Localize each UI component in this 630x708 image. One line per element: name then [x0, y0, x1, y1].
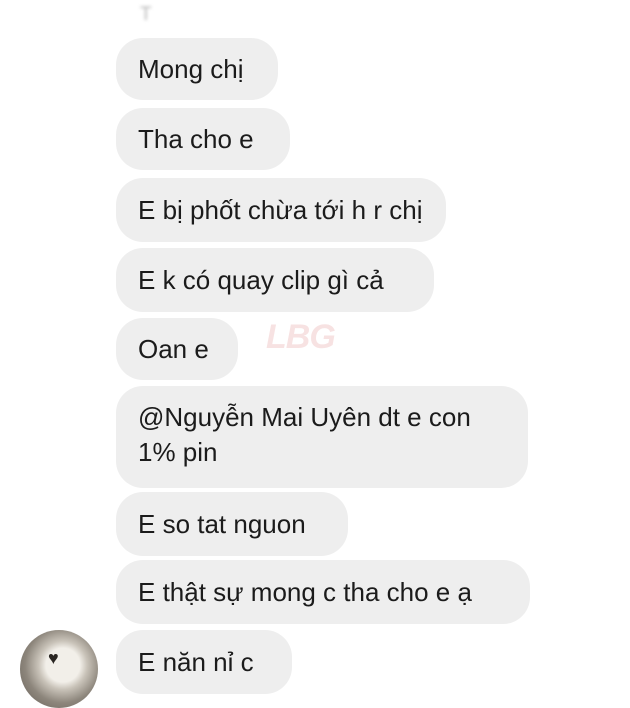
message-text: E so tat nguon: [138, 508, 306, 539]
message-text: E bị phốt chừa tới h r chị: [138, 194, 423, 225]
watermark-logo: LBG: [266, 318, 336, 356]
message-text: E thật sự mong c tha cho e ạ: [138, 576, 472, 607]
avatar[interactable]: ♥: [20, 630, 98, 708]
message-text: @Nguyễn Mai Uyên dt e con 1% pin: [138, 402, 471, 467]
heart-icon: ♥: [48, 648, 59, 668]
message-bubble[interactable]: Mong chị: [116, 38, 278, 100]
message-text: E k có quay clip gì cả: [138, 264, 384, 295]
message-bubble[interactable]: Tha cho e: [116, 108, 290, 170]
message-bubble[interactable]: E bị phốt chừa tới h r chị: [116, 178, 446, 242]
sender-name: T: [140, 4, 153, 25]
message-bubble[interactable]: @Nguyễn Mai Uyên dt e con 1% pin: [116, 386, 528, 488]
message-bubble[interactable]: Oan e: [116, 318, 238, 380]
message-text: Tha cho e: [138, 123, 254, 154]
message-bubble[interactable]: E k có quay clip gì cả: [116, 248, 434, 312]
message-text: E năn nỉ c: [138, 646, 254, 677]
message-bubble[interactable]: E thật sự mong c tha cho e ạ: [116, 560, 530, 624]
message-bubble[interactable]: E so tat nguon: [116, 492, 348, 556]
message-text: Oan e: [138, 333, 209, 364]
message-bubble[interactable]: E năn nỉ c: [116, 630, 292, 694]
message-text: Mong chị: [138, 53, 244, 84]
